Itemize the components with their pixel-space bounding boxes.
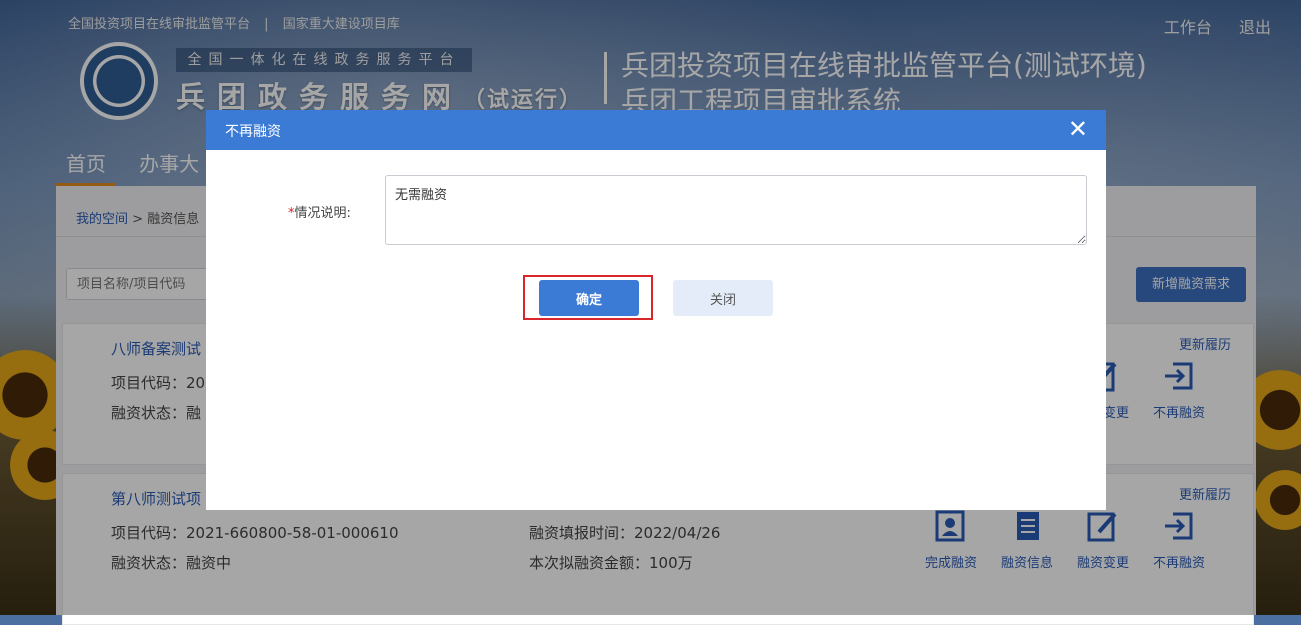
situation-description-textarea[interactable]: 无需融资 <box>385 175 1087 245</box>
stop-financing-dialog: 不再融资 ✕ *情况说明: 无需融资 确定 关闭 <box>206 110 1106 510</box>
close-icon[interactable]: ✕ <box>1068 117 1088 141</box>
field-label-text: 情况说明: <box>294 206 351 221</box>
close-button[interactable]: 关闭 <box>673 280 773 316</box>
dialog-header: 不再融资 ✕ <box>206 110 1106 150</box>
confirm-highlight: 确定 <box>523 275 653 320</box>
confirm-button[interactable]: 确定 <box>539 280 639 316</box>
dialog-title: 不再融资 <box>225 124 281 140</box>
field-label: *情况说明: <box>288 202 351 221</box>
